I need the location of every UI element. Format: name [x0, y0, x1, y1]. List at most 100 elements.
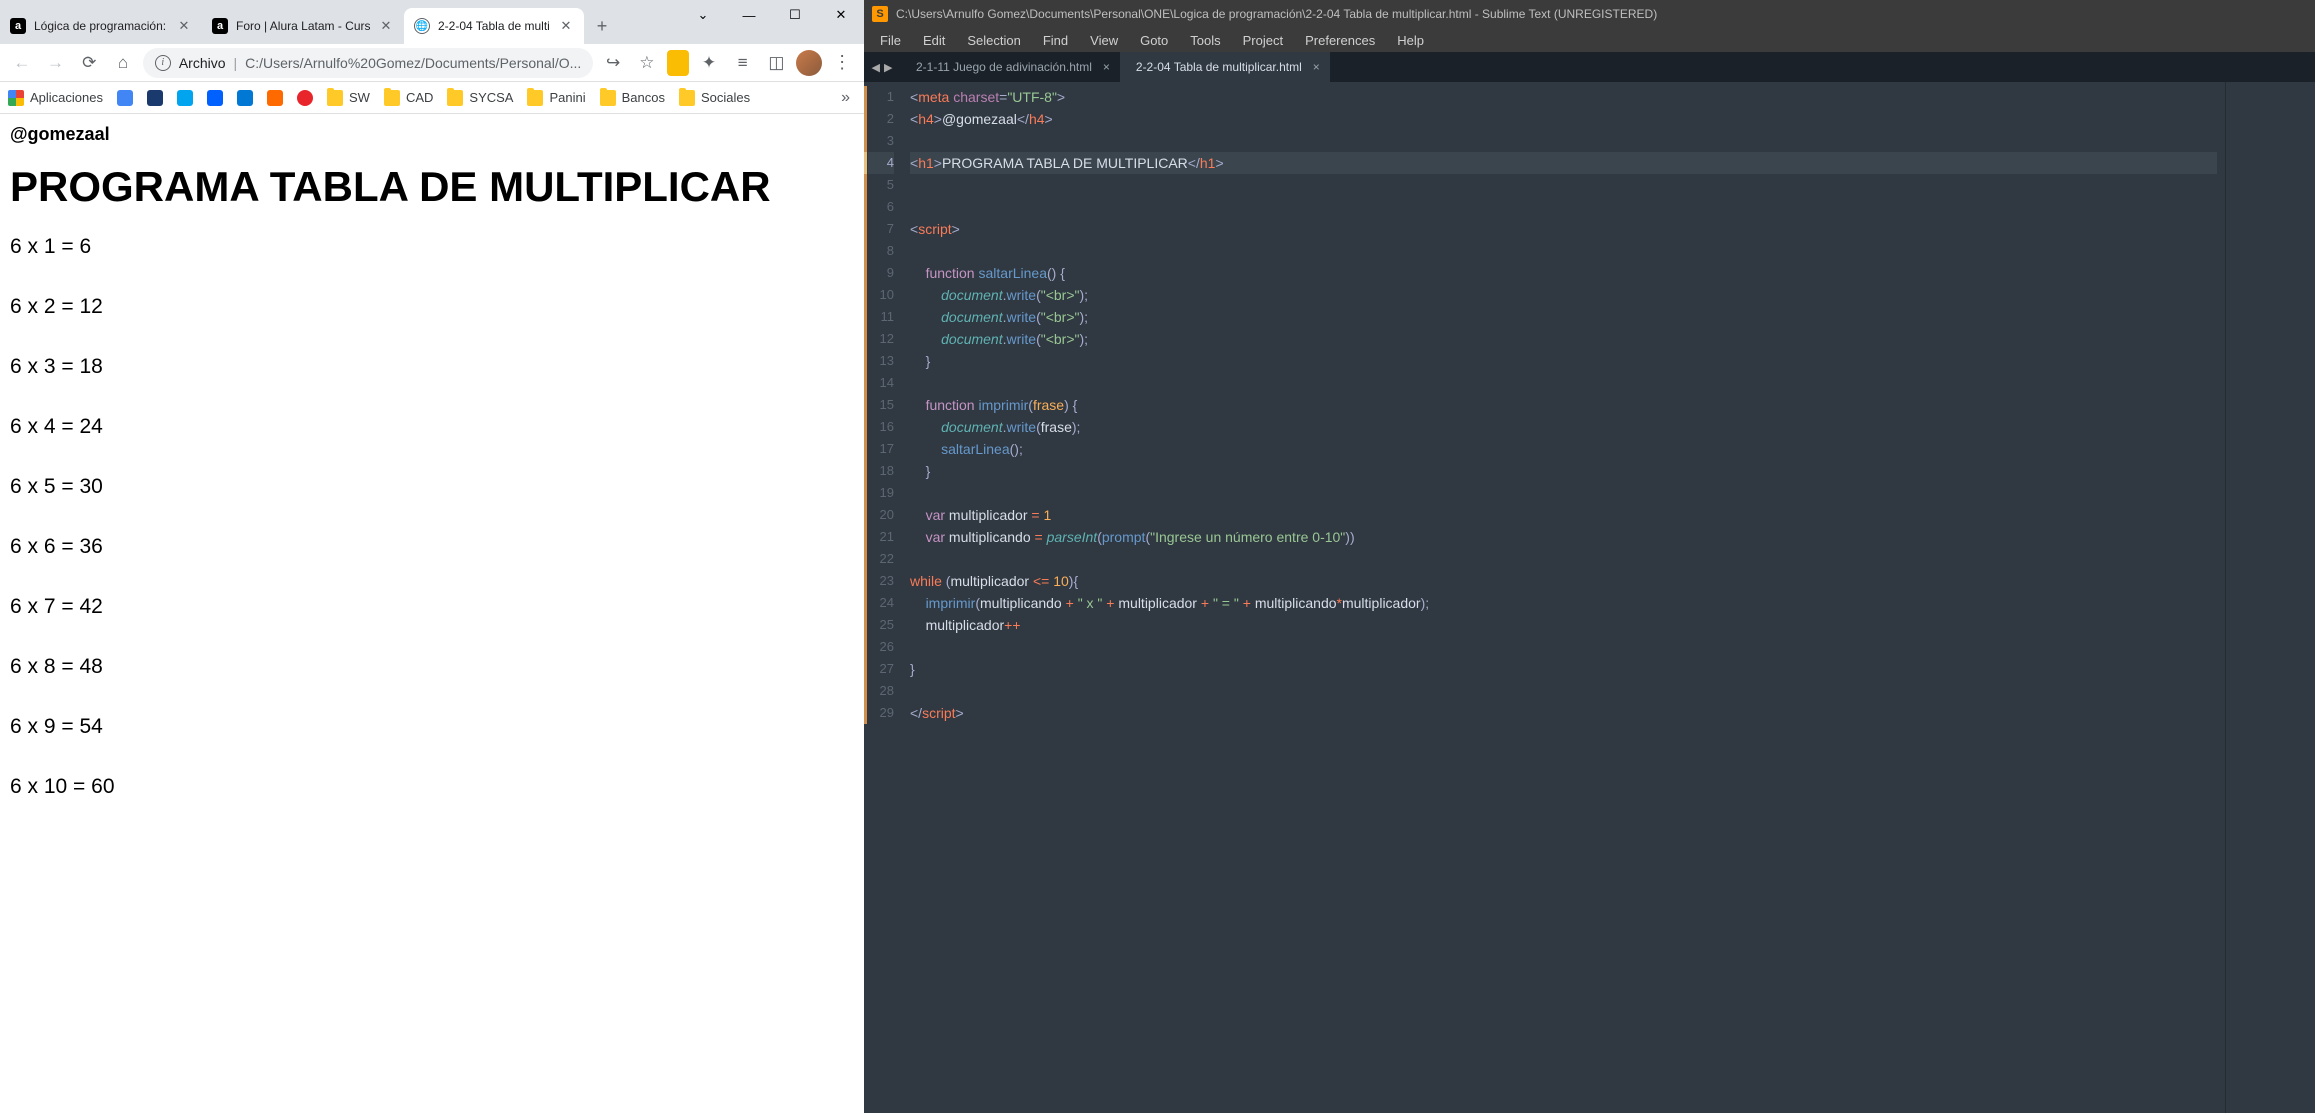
- back-button[interactable]: ←: [8, 47, 36, 79]
- multiplication-row: 6 x 4 = 24: [10, 415, 854, 439]
- extensions-button[interactable]: ✦: [695, 47, 723, 79]
- tab-close-2[interactable]: ✕: [558, 18, 574, 34]
- sublime-filetabs: ◀▶ 2-1-11 Juego de adivinación.html × 2-…: [864, 52, 2315, 82]
- keep-extension-icon[interactable]: [667, 50, 690, 76]
- multiplication-row: 6 x 8 = 48: [10, 655, 854, 679]
- folder-icon: [679, 90, 695, 106]
- sublime-editor[interactable]: 1234567891011121314151617181920212223242…: [864, 82, 2315, 1113]
- bookmark-star-button[interactable]: ☆: [633, 47, 661, 79]
- reload-button[interactable]: ⟳: [75, 47, 103, 79]
- tab-favicon-2: 🌐: [414, 18, 430, 34]
- url-kind: Archivo: [179, 55, 226, 71]
- bookmark-item[interactable]: [297, 90, 313, 106]
- page-subtitle: @gomezaal: [10, 124, 854, 145]
- bookmark-icon: [177, 90, 193, 106]
- bookmarks-bar: Aplicaciones SW CAD SYCSA Panini Bancos …: [0, 82, 864, 114]
- folder-icon: [327, 90, 343, 106]
- menu-selection[interactable]: Selection: [957, 30, 1030, 51]
- sublime-logo-icon: S: [872, 6, 888, 22]
- chrome-menu-button[interactable]: ⋮: [828, 47, 856, 79]
- side-panel-button[interactable]: ◫: [763, 47, 791, 79]
- bookmark-item[interactable]: [177, 90, 193, 106]
- url-text: C:/Users/Arnulfo%20Gomez/Documents/Perso…: [245, 55, 581, 71]
- tab-favicon-1: a: [212, 18, 228, 34]
- bookmark-folder-sycsa[interactable]: SYCSA: [447, 90, 513, 106]
- menu-tools[interactable]: Tools: [1180, 30, 1230, 51]
- site-info-icon[interactable]: i: [155, 55, 171, 71]
- bookmark-icon: [207, 90, 223, 106]
- bookmark-icon: [147, 90, 163, 106]
- bookmark-item[interactable]: [237, 90, 253, 106]
- multiplication-row: 6 x 6 = 36: [10, 535, 854, 559]
- bookmark-folder-bancos[interactable]: Bancos: [600, 90, 665, 106]
- bookmark-label: SYCSA: [469, 90, 513, 105]
- bookmark-label: Panini: [549, 90, 585, 105]
- multiplication-row: 6 x 5 = 30: [10, 475, 854, 499]
- address-bar[interactable]: i Archivo | C:/Users/Arnulfo%20Gomez/Doc…: [143, 48, 593, 78]
- menu-find[interactable]: Find: [1033, 30, 1078, 51]
- multiplication-row: 6 x 3 = 18: [10, 355, 854, 379]
- bookmark-item[interactable]: [117, 90, 133, 106]
- file-tab-close-0[interactable]: ×: [1103, 60, 1110, 74]
- new-tab-button[interactable]: +: [584, 8, 620, 44]
- bookmark-label: Bancos: [622, 90, 665, 105]
- bookmark-item[interactable]: [207, 90, 223, 106]
- window-tabsearch[interactable]: ⌄: [680, 0, 726, 30]
- menu-project[interactable]: Project: [1233, 30, 1293, 51]
- bookmark-folder-panini[interactable]: Panini: [527, 90, 585, 106]
- bookmark-icon: [117, 90, 133, 106]
- multiplication-row: 6 x 2 = 12: [10, 295, 854, 319]
- home-button[interactable]: ⌂: [109, 47, 137, 79]
- bookmark-item[interactable]: [147, 90, 163, 106]
- bookmark-folder-cad[interactable]: CAD: [384, 90, 433, 106]
- bookmark-folder-sw[interactable]: SW: [327, 90, 370, 106]
- chrome-window: a Lógica de programación: Con ✕ a Foro |…: [0, 0, 864, 1113]
- sublime-menubar: File Edit Selection Find View Goto Tools…: [864, 28, 2315, 52]
- browser-tab-2-active[interactable]: 🌐 2-2-04 Tabla de multiplicar.h ✕: [404, 8, 584, 44]
- bookmark-item[interactable]: [267, 90, 283, 106]
- apps-shortcut[interactable]: Aplicaciones: [8, 90, 103, 106]
- file-tab-1-active[interactable]: 2-2-04 Tabla de multiplicar.html ×: [1120, 52, 1330, 82]
- multiplication-row: 6 x 9 = 54: [10, 715, 854, 739]
- window-close[interactable]: ✕: [818, 0, 864, 30]
- menu-file[interactable]: File: [870, 30, 911, 51]
- share-button[interactable]: ↪: [599, 47, 627, 79]
- bookmarks-overflow[interactable]: »: [841, 89, 856, 107]
- multiplication-row: 6 x 1 = 6: [10, 235, 854, 259]
- folder-icon: [384, 90, 400, 106]
- file-tab-close-1[interactable]: ×: [1313, 60, 1320, 74]
- forward-button[interactable]: →: [42, 47, 70, 79]
- browser-tab-0[interactable]: a Lógica de programación: Con ✕: [0, 8, 202, 44]
- file-tab-0[interactable]: 2-1-11 Juego de adivinación.html ×: [900, 52, 1120, 82]
- tab-favicon-0: a: [10, 18, 26, 34]
- rendered-page: @gomezaal PROGRAMA TABLA DE MULTIPLICAR …: [0, 114, 864, 1113]
- apps-label: Aplicaciones: [30, 90, 103, 105]
- gutter-modified-marker: [864, 86, 867, 724]
- menu-preferences[interactable]: Preferences: [1295, 30, 1385, 51]
- line-gutter: 1234567891011121314151617181920212223242…: [864, 82, 902, 1113]
- tab-nav-arrows[interactable]: ◀▶: [864, 52, 900, 82]
- page-title: PROGRAMA TABLA DE MULTIPLICAR: [10, 163, 854, 211]
- reading-list-button[interactable]: ≡: [729, 47, 757, 79]
- folder-icon: [447, 90, 463, 106]
- tab-close-1[interactable]: ✕: [378, 18, 394, 34]
- tab-title-1: Foro | Alura Latam - Cursos o: [236, 19, 370, 33]
- window-minimize[interactable]: —: [726, 0, 772, 30]
- minimap[interactable]: [2225, 82, 2315, 1113]
- bookmark-folder-sociales[interactable]: Sociales: [679, 90, 750, 106]
- tab-close-0[interactable]: ✕: [176, 18, 192, 34]
- bookmark-label: CAD: [406, 90, 433, 105]
- menu-help[interactable]: Help: [1387, 30, 1434, 51]
- menu-edit[interactable]: Edit: [913, 30, 955, 51]
- bookmark-label: Sociales: [701, 90, 750, 105]
- browser-tab-1[interactable]: a Foro | Alura Latam - Cursos o ✕: [202, 8, 404, 44]
- chrome-toolbar: ← → ⟳ ⌂ i Archivo | C:/Users/Arnulfo%20G…: [0, 44, 864, 82]
- multiplication-row: 6 x 10 = 60: [10, 775, 854, 799]
- code-area[interactable]: <meta charset="UTF-8"><h4>@gomezaal</h4>…: [902, 82, 2225, 1113]
- profile-avatar[interactable]: [796, 50, 822, 76]
- menu-goto[interactable]: Goto: [1130, 30, 1178, 51]
- sublime-titlebar: S C:\Users\Arnulfo Gomez\Documents\Perso…: [864, 0, 2315, 28]
- window-maximize[interactable]: ☐: [772, 0, 818, 30]
- menu-view[interactable]: View: [1080, 30, 1128, 51]
- sublime-title-path: C:\Users\Arnulfo Gomez\Documents\Persona…: [896, 7, 2307, 21]
